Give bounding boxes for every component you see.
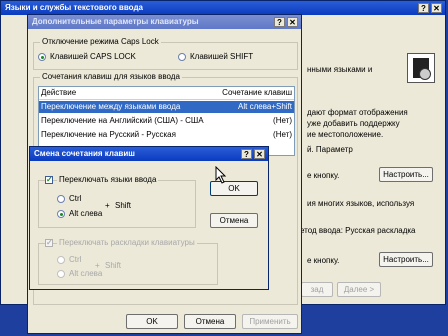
change-cancel-button[interactable]: Отмена [210, 213, 258, 228]
bg-text-3: уже добавить поддержку [307, 119, 400, 128]
mouse-cursor-icon [215, 166, 227, 184]
table-row[interactable]: Переключение на Английский (США) - США (… [39, 115, 294, 127]
row-action: Переключение на Русский - Русская [41, 130, 176, 139]
table-header: Действие Сочетание клавиш [39, 87, 294, 100]
row-action: Переключение между языками ввода [41, 102, 181, 111]
caps-lock-radio-label: Клавишей CAPS LOCK [50, 52, 136, 61]
shift-label: Shift [115, 201, 132, 210]
switch-layout-group: ✓ Переключать раскладки клавиатуры Ctrl … [38, 238, 218, 285]
bg-text-4: ие местоположение. [307, 130, 384, 139]
row-keys: Alt слева+Shift [238, 102, 292, 111]
switch-input-group: ✓ Переключать языки ввода Ctrl + Shift A… [38, 175, 196, 228]
bg-text-7: ия многих языков, используя [307, 199, 415, 208]
close-button[interactable]: ✕ [431, 3, 442, 13]
plus-label: + [105, 201, 110, 210]
bg-text-6: е кнопку. [307, 171, 340, 180]
ctrl-radio-2[interactable] [57, 256, 65, 264]
bg-text-8: етод ввода: Русская раскладка [300, 226, 416, 235]
settings-button-1[interactable]: Настроить... [379, 167, 433, 182]
row-keys: (Нет) [273, 130, 292, 139]
switch-layout-checkbox[interactable]: ✓ [45, 239, 53, 247]
ctrl-radio-2-label: Ctrl [69, 255, 82, 264]
row-keys: (Нет) [273, 116, 292, 125]
switch-layout-label: Переключать раскладки клавиатуры [57, 238, 197, 247]
text-services-titlebar: Языки и службы текстового ввода [1, 1, 445, 15]
change-close-button[interactable]: ✕ [254, 149, 265, 159]
left-alt-radio-2[interactable] [57, 270, 65, 278]
ok-button[interactable]: OK [126, 314, 178, 329]
shift-radio[interactable] [178, 53, 186, 61]
cancel-button[interactable]: Отмена [184, 314, 236, 329]
caps-lock-group-label: Отключение режима Caps Lock [40, 37, 161, 46]
bg-text-5: й. Параметр [307, 145, 353, 154]
table-row[interactable]: Переключение между языками ввода Alt сле… [39, 101, 294, 113]
table-row[interactable]: Переключение на Русский - Русская (Нет) [39, 129, 294, 141]
switch-input-checkbox[interactable]: ✓ [45, 176, 53, 184]
change-help-button[interactable]: ? [241, 149, 252, 159]
bg-text-2: дают формат отображения [307, 108, 408, 117]
change-dialog-titlebar: Смена сочетания клавиш [30, 147, 268, 161]
shift-label-2: Shift [105, 261, 122, 270]
apply-button[interactable]: Применить [242, 314, 298, 329]
advanced-close-button[interactable]: ✕ [287, 17, 298, 27]
switch-input-label: Переключать языки ввода [57, 175, 159, 184]
advanced-help-button[interactable]: ? [274, 17, 285, 27]
row-action: Переключение на Английский (США) - США [41, 116, 204, 125]
keyboard-icon [407, 53, 435, 83]
help-button[interactable]: ? [418, 3, 429, 13]
advanced-dialog-titlebar: Дополнительные параметры клавиатуры [28, 15, 301, 29]
col-action: Действие [41, 88, 77, 97]
caps-lock-radio[interactable] [38, 53, 46, 61]
left-alt-radio[interactable] [57, 210, 65, 218]
ctrl-radio-label: Ctrl [69, 194, 82, 203]
change-dialog-title: Смена сочетания клавиш [34, 149, 135, 158]
advanced-dialog-title: Дополнительные параметры клавиатуры [32, 17, 199, 26]
bg-text-9: е кнопку. [307, 256, 340, 265]
back-button[interactable]: зад [301, 282, 333, 297]
shift-radio-label: Клавишей SHIFT [190, 52, 254, 61]
col-keys: Сочетание клавиш [222, 88, 292, 97]
text-services-title: Языки и службы текстового ввода [5, 3, 143, 12]
hotkeys-group-label: Сочетания клавиш для языков ввода [40, 72, 182, 81]
caps-lock-group: Отключение режима Caps Lock Клавишей CAP… [33, 37, 298, 70]
next-button[interactable]: Далее > [337, 282, 381, 297]
bg-text-1: нными языками и [307, 65, 373, 74]
ctrl-radio[interactable] [57, 195, 65, 203]
change-key-sequence-dialog: Смена сочетания клавиш ? ✕ ✓ Переключать… [29, 146, 269, 290]
left-alt-radio-label: Alt слева [69, 209, 103, 218]
left-alt-radio-2-label: Alt слева [69, 269, 103, 278]
settings-button-2[interactable]: Настроить... [379, 252, 433, 267]
